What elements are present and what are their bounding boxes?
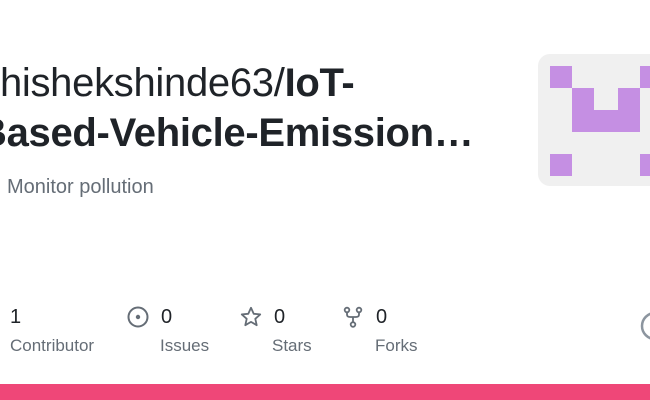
- stat-forks[interactable]: 0 Forks: [342, 304, 418, 356]
- repo-name-part-2: Based-Vehicle-Emission…: [0, 111, 474, 155]
- stat-stars-count: 0: [274, 305, 286, 328]
- owner-avatar[interactable]: [538, 54, 650, 186]
- identicon-icon: [550, 66, 650, 176]
- repo-title-line-1: bhishekshinde63/IoT-: [0, 58, 498, 108]
- star-icon: [240, 306, 262, 328]
- repo-owner: bhishekshinde63/: [0, 61, 285, 105]
- github-mark-icon: [640, 312, 650, 340]
- stat-forks-label: Forks: [375, 336, 418, 355]
- stat-stars[interactable]: 0 Stars: [240, 304, 312, 356]
- stat-stars-label: Stars: [272, 336, 312, 355]
- stat-issues[interactable]: 0 Issues: [127, 304, 209, 356]
- stat-issues-count: 0: [161, 305, 173, 328]
- stat-issues-label: Issues: [160, 336, 210, 355]
- fork-icon: [342, 306, 364, 328]
- issue-circle-icon: [127, 306, 149, 328]
- language-color-bar: [0, 384, 650, 400]
- repo-description: Monitor pollution: [7, 176, 154, 198]
- stat-forks-count: 0: [376, 305, 388, 328]
- stat-contributors-count: 1: [10, 305, 22, 328]
- stat-contributors-label: Contributor: [10, 336, 95, 355]
- repo-title[interactable]: bhishekshinde63/IoT- Based-Vehicle-Emiss…: [0, 58, 498, 158]
- repo-name-part-1: IoT-: [284, 61, 355, 105]
- stat-contributors[interactable]: 1 Contributor: [10, 304, 94, 356]
